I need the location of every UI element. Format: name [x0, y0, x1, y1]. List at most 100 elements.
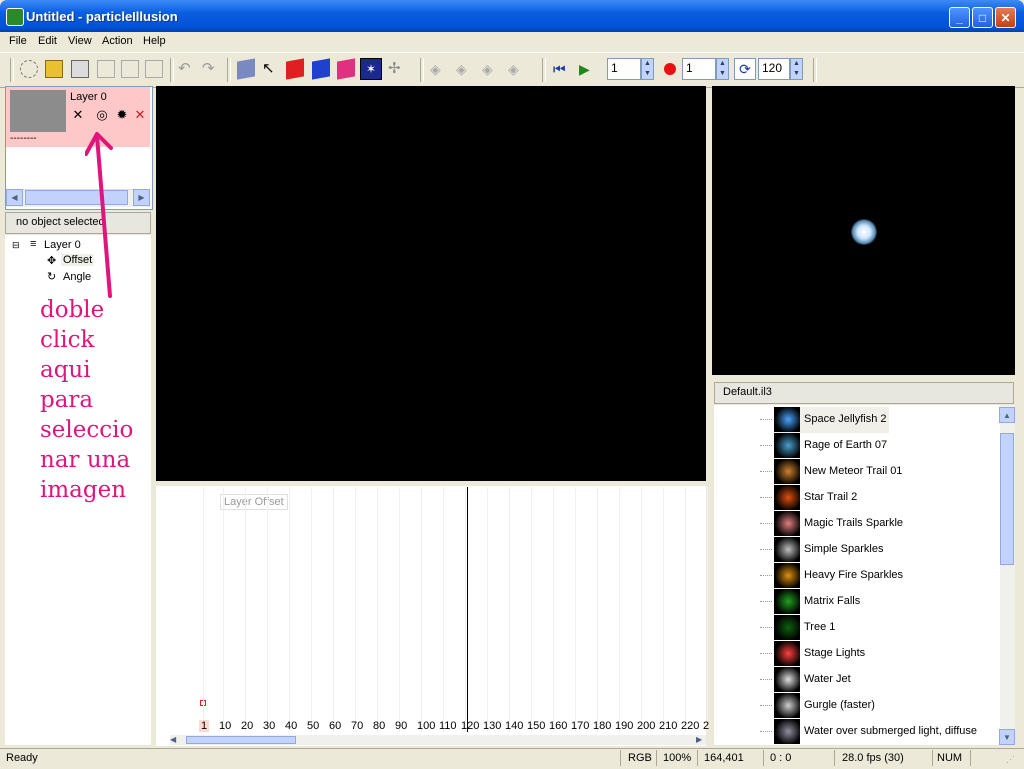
minimize-button[interactable]: _ [949, 7, 970, 28]
record-frame-spinner[interactable]: ▲ ▼ [716, 58, 729, 80]
loop-frames-input[interactable]: 120 [758, 58, 790, 80]
nav-up-icon[interactable]: ◈ [456, 60, 474, 78]
close-button[interactable]: ✕ [995, 7, 1016, 28]
annotation-line: para [40, 387, 94, 413]
duplicate-icon[interactable] [145, 60, 163, 78]
library-item[interactable]: Rage of Earth 07 [774, 433, 1004, 459]
library-item[interactable]: New Meteor Trail 01 [774, 459, 1004, 485]
menu-action[interactable]: Action [102, 35, 133, 47]
record-frame-input[interactable]: 1 [682, 58, 716, 80]
particle-tool-icon[interactable]: ✶ [360, 58, 382, 80]
library-scroll-down[interactable]: ▼ [999, 729, 1015, 745]
maximize-button[interactable]: □ [972, 7, 993, 28]
play-icon[interactable]: ▶ [579, 60, 597, 78]
status-divider [763, 750, 764, 766]
menu-help[interactable]: Help [143, 35, 166, 47]
layer-thumbnail[interactable] [10, 90, 66, 132]
library-item-thumbnail [774, 589, 800, 614]
library-item-label: Stage Lights [804, 647, 866, 659]
blocker-icon[interactable] [312, 58, 330, 80]
frame-input[interactable]: 1 [607, 58, 641, 80]
toolbar-separator [813, 58, 817, 82]
selection-header: no object selected [5, 212, 151, 234]
tree-item-layer[interactable]: Layer 0 [44, 239, 81, 251]
copy-icon[interactable] [97, 60, 115, 78]
scroll-right-button[interactable]: ▶ [133, 189, 150, 206]
menu-edit[interactable]: Edit [38, 35, 57, 47]
save-icon[interactable] [71, 60, 89, 78]
node-tool-icon[interactable]: ✢ [388, 60, 406, 78]
paste-icon[interactable] [121, 60, 139, 78]
nav-down-icon[interactable]: ◈ [482, 60, 500, 78]
library-item[interactable]: Matrix Falls [774, 589, 1004, 615]
library-item[interactable]: Star Trail 2 [774, 485, 1004, 511]
undo-icon[interactable]: ↶ [178, 60, 196, 78]
tree-connector [760, 523, 772, 524]
library-item[interactable]: Water Jet [774, 667, 1004, 693]
library-item-label: New Meteor Trail 01 [804, 465, 903, 477]
rewind-icon[interactable]: ⏮ [553, 60, 571, 78]
record-icon[interactable] [664, 63, 676, 75]
timeline-tick: 150 [527, 720, 546, 732]
timeline-gridline [685, 487, 686, 732]
nav-right-icon[interactable]: ◈ [508, 60, 526, 78]
layer-emitter-icon[interactable]: ✹ [114, 107, 130, 123]
redo-icon[interactable]: ↷ [202, 60, 220, 78]
layer-target-icon[interactable]: ◎ [94, 107, 110, 123]
main-viewport[interactable] [156, 86, 706, 481]
menu-file[interactable]: File [9, 35, 27, 47]
new-emitter-icon[interactable] [20, 60, 38, 78]
timeline-gridline [553, 487, 554, 732]
force-icon[interactable] [337, 58, 355, 80]
timeline-gridline [267, 487, 268, 732]
loop-frames-spinner[interactable]: ▲ ▼ [790, 58, 803, 80]
library-item[interactable]: Stage Lights [774, 641, 1004, 667]
timeline-tick: 170 [571, 720, 590, 732]
nav-left-icon[interactable]: ◈ [430, 60, 448, 78]
library-item[interactable]: Magic Trails Sparkle [774, 511, 1004, 537]
layer-visibility-icon[interactable]: ✕ [70, 107, 86, 123]
status-divider [697, 750, 698, 766]
status-coords: 164,401 [704, 752, 744, 764]
status-divider [970, 750, 971, 766]
timeline-scroll-left[interactable]: ◀ [170, 735, 176, 744]
library-item-label: Water over submerged light, diffuse [804, 725, 978, 737]
layer-plane-icon[interactable] [237, 58, 255, 80]
library-item-thumbnail [774, 693, 800, 718]
library-item[interactable]: Tree 1 [774, 615, 1004, 641]
timeline-tick: 210 [659, 720, 678, 732]
library-item[interactable]: Space Jellyfish 2 [774, 407, 889, 433]
layer-lock-icon[interactable]: ✕ [132, 107, 148, 123]
library-item[interactable]: Water over submerged light, diffuse [774, 719, 1004, 745]
layer-list-icon: ≡ [30, 238, 37, 250]
open-folder-icon[interactable] [45, 60, 63, 78]
library-item-label: Tree 1 [804, 621, 836, 633]
tree-connector [760, 575, 772, 576]
timeline-scroll-right[interactable]: ▶ [696, 735, 702, 744]
pointer-tool-icon[interactable]: ↖ [262, 60, 280, 78]
timeline-gridline [663, 487, 664, 732]
library-scroll-thumb[interactable] [1000, 433, 1014, 565]
library-item[interactable]: Simple Sparkles [774, 537, 1004, 563]
loop-icon[interactable]: ⟳ [734, 58, 756, 80]
tree-connector [760, 497, 772, 498]
timeline-gridline [641, 487, 642, 732]
library-scroll-up[interactable]: ▲ [999, 407, 1015, 423]
resize-grip-icon[interactable]: ⋰ [1006, 754, 1015, 765]
frame-spinner[interactable]: ▲ ▼ [641, 58, 654, 80]
library-item-thumbnail [774, 485, 800, 510]
layer-dots: -------- [10, 133, 37, 144]
timeline-panel[interactable] [156, 486, 706, 746]
library-item[interactable]: Heavy Fire Sparkles [774, 563, 1004, 589]
timeline-gridline [421, 487, 422, 732]
tree-collapse-icon[interactable]: ⊟ [12, 240, 20, 251]
scroll-left-button[interactable]: ◀ [6, 189, 23, 206]
menu-view[interactable]: View [68, 35, 92, 47]
library-item[interactable]: Gurgle (faster) [774, 693, 1004, 719]
library-item-thumbnail [774, 407, 800, 432]
timeline-gridline [289, 487, 290, 732]
timeline-scroll-thumb[interactable] [186, 736, 296, 744]
status-fps: 28.0 fps (30) [842, 752, 904, 764]
deflector-icon[interactable] [286, 58, 304, 80]
layer-name: Layer 0 [70, 91, 107, 103]
